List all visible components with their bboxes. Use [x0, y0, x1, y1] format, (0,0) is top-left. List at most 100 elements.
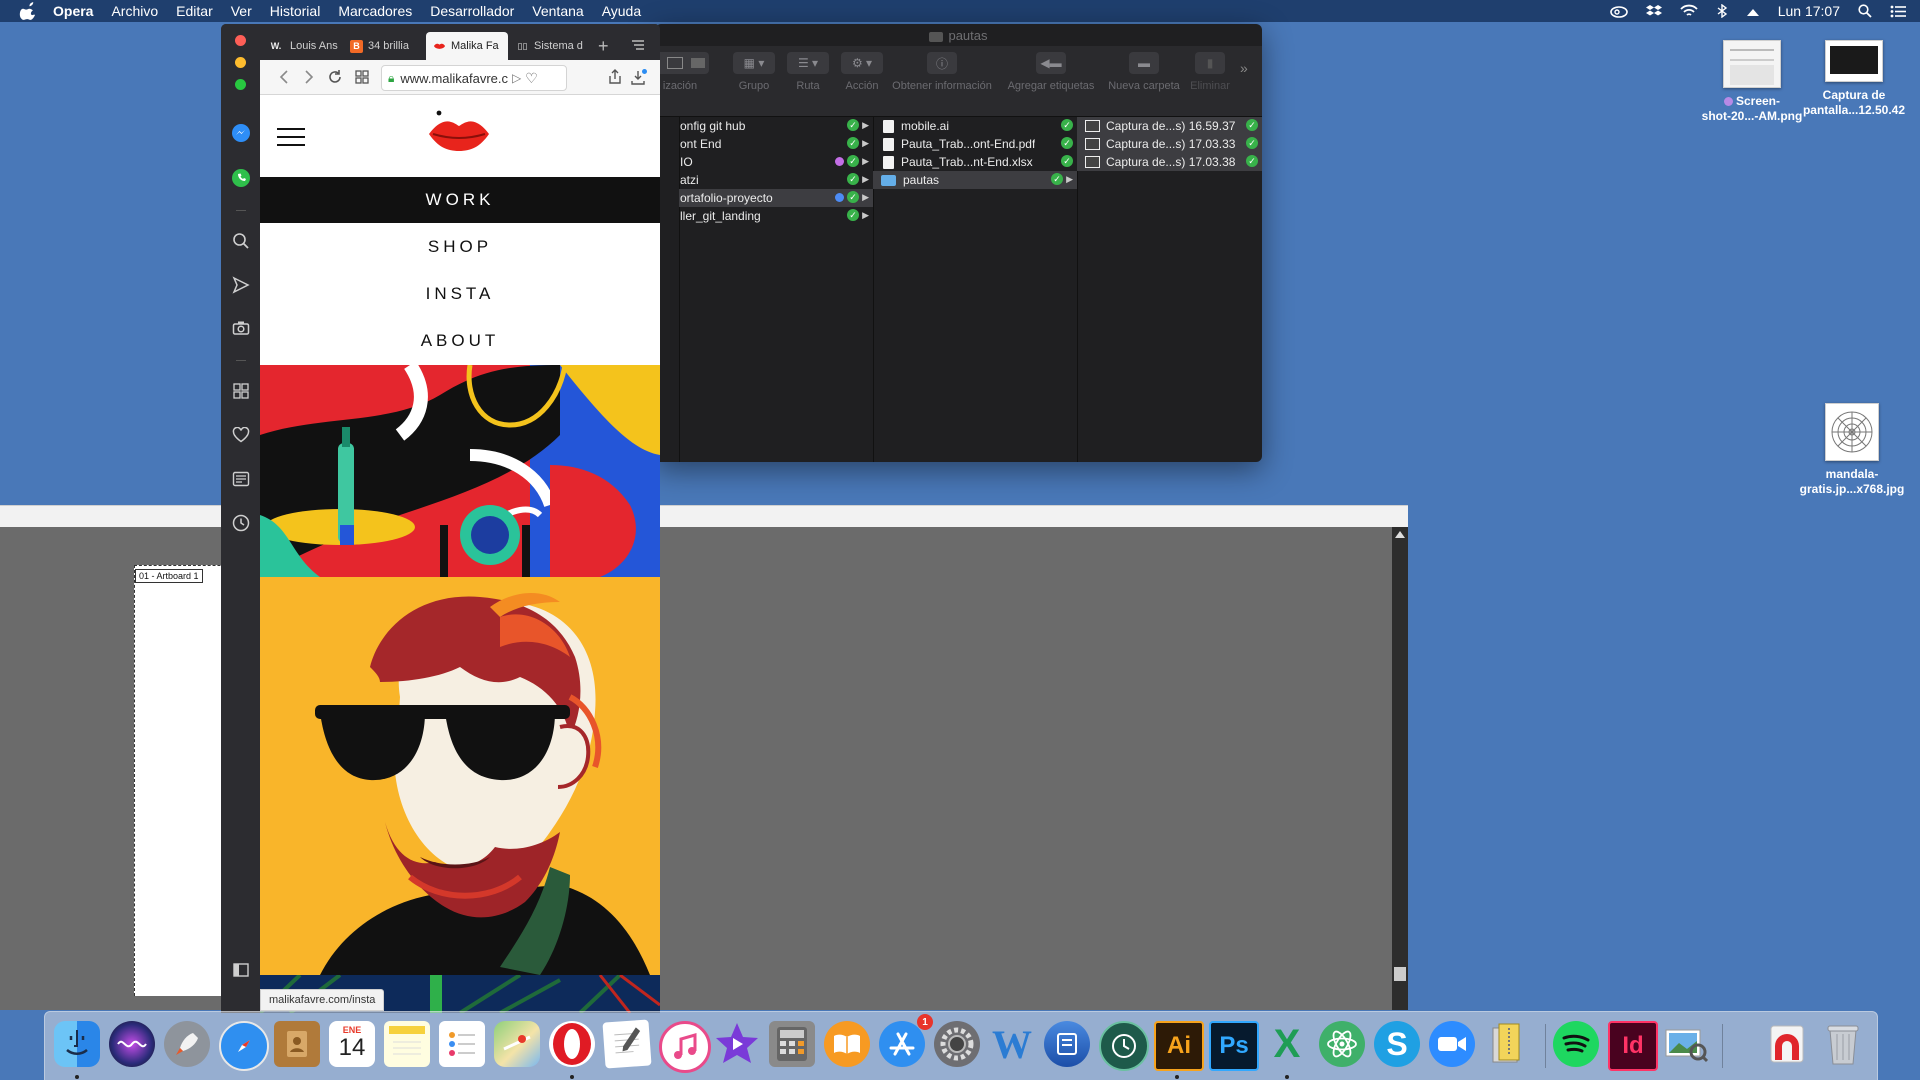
nav-insta[interactable]: INSTA — [260, 271, 660, 317]
desktop-file-mandala[interactable]: mandala- gratis.jp...x768.jpg — [1797, 403, 1907, 497]
photoshop-app-icon[interactable]: Ps — [1209, 1021, 1259, 1071]
archive-utility-app-icon[interactable] — [1484, 1021, 1530, 1067]
downloads-stack-icon[interactable] — [1765, 1021, 1811, 1067]
nav-about[interactable]: ABOUT — [260, 318, 660, 364]
trash-icon[interactable] — [1820, 1021, 1866, 1067]
textedit-app-icon[interactable] — [602, 1019, 652, 1069]
app-store-app-icon[interactable] — [879, 1021, 925, 1067]
view-columns-button[interactable] — [655, 52, 709, 74]
airplay-icon[interactable] — [1746, 5, 1760, 17]
notification-center-icon[interactable] — [1890, 5, 1906, 18]
word-app-icon[interactable]: W — [989, 1021, 1035, 1067]
finder-app-icon[interactable] — [54, 1021, 100, 1067]
system-preferences-app-icon[interactable] — [934, 1021, 980, 1067]
launchpad-app-icon[interactable] — [164, 1021, 210, 1067]
toolbar-tags[interactable]: ◀▬ Agregar etiquetas — [1003, 52, 1099, 92]
back-icon[interactable] — [276, 69, 292, 85]
preview-app-icon[interactable] — [1663, 1021, 1709, 1067]
atom-app-icon[interactable] — [1319, 1021, 1365, 1067]
list-item[interactable]: ont End ✓ ▶ — [679, 135, 873, 153]
zoom-app-icon[interactable] — [1429, 1021, 1475, 1067]
toolbar-path[interactable]: ☰ ▾ Ruta — [785, 52, 831, 92]
time-machine-app-icon[interactable] — [1099, 1021, 1149, 1071]
list-item[interactable]: IO ✓ ▶ — [679, 153, 873, 171]
menu-historial[interactable]: Historial — [270, 3, 321, 19]
send-to-flow-icon[interactable]: ▷ — [512, 71, 521, 85]
action-button[interactable]: ⚙ ▾ — [841, 52, 883, 74]
minimize-window-button[interactable] — [235, 57, 246, 68]
sidebar-toggle-icon[interactable] — [231, 960, 251, 980]
list-item[interactable]: Pauta_Trab...ont-End.pdf ✓ — [873, 135, 1077, 153]
menu-ver[interactable]: Ver — [231, 3, 252, 19]
path-button[interactable]: ☰ ▾ — [787, 52, 829, 74]
downloads-icon[interactable] — [631, 69, 647, 85]
whatsapp-icon[interactable] — [231, 168, 251, 188]
itunes-app-icon[interactable] — [659, 1021, 711, 1073]
bluetooth-icon[interactable] — [1716, 4, 1728, 18]
forward-icon[interactable] — [301, 69, 317, 85]
scroll-thumb[interactable] — [1394, 967, 1406, 981]
close-window-button[interactable] — [235, 35, 246, 46]
menubar-clock[interactable]: Lun 17:07 — [1778, 3, 1840, 19]
tab-louis[interactable]: W. Louis Ans — [260, 32, 342, 60]
list-item-selected[interactable]: pautas ✓ ▶ — [873, 171, 1077, 189]
messenger-icon[interactable] — [231, 123, 251, 143]
bookmark-heart-icon[interactable]: ♡ — [525, 70, 538, 87]
info-button[interactable]: ⓘ — [927, 52, 957, 74]
desktop-file-screenshot[interactable]: Screen- shot-20...-AM.png — [1697, 40, 1807, 124]
menu-archivo[interactable]: Archivo — [111, 3, 158, 19]
creative-cloud-icon[interactable] — [1609, 4, 1628, 18]
calculator-app-icon[interactable] — [769, 1021, 815, 1067]
send-icon[interactable] — [231, 275, 251, 295]
imovie-app-icon[interactable] — [714, 1021, 760, 1067]
tab-brilliant[interactable]: B 34 brillia — [343, 32, 425, 60]
list-item[interactable]: mobile.ai ✓ — [873, 117, 1077, 135]
new-tab-icon[interactable]: + — [598, 36, 609, 57]
vertical-scrollbar[interactable] — [1392, 527, 1408, 1010]
calendar-app-icon[interactable]: ENE 14 — [329, 1021, 375, 1067]
list-item[interactable]: ller_git_landing ✓ ▶ — [679, 207, 873, 225]
menu-ayuda[interactable]: Ayuda — [602, 3, 641, 19]
share-icon[interactable] — [607, 69, 623, 85]
notes-app-icon[interactable] — [384, 1021, 430, 1067]
hamburger-menu-icon[interactable] — [277, 128, 305, 148]
nav-work[interactable]: WORK — [260, 177, 660, 223]
delete-button[interactable]: ▮ — [1195, 52, 1225, 74]
indesign-app-icon[interactable]: Id — [1608, 1021, 1658, 1071]
apple-icon[interactable] — [19, 2, 39, 20]
menu-editar[interactable]: Editar — [176, 3, 213, 19]
camera-icon[interactable] — [231, 318, 251, 338]
artwork-bearded-man[interactable] — [260, 577, 660, 975]
contacts-app-icon[interactable] — [274, 1021, 320, 1067]
siri-app-icon[interactable] — [109, 1021, 155, 1067]
artwork-woman-wine[interactable] — [260, 365, 660, 577]
group-button[interactable]: ▦ ▾ — [733, 52, 775, 74]
tab-menu-icon[interactable] — [631, 38, 645, 56]
toolbar-action[interactable]: ⚙ ▾ Acción — [839, 52, 885, 92]
menu-marcadores[interactable]: Marcadores — [338, 3, 412, 19]
speed-dial-icon[interactable] — [231, 381, 251, 401]
menu-desarrollador[interactable]: Desarrollador — [430, 3, 514, 19]
toolbar-overflow-icon[interactable]: » — [1240, 60, 1248, 76]
spotify-app-icon[interactable] — [1553, 1021, 1599, 1067]
menu-app-name[interactable]: Opera — [53, 3, 93, 19]
toolbar-view[interactable]: ización — [655, 52, 709, 92]
blue-utility-app-icon[interactable] — [1044, 1021, 1090, 1067]
scroll-up-arrow-icon[interactable] — [1395, 531, 1405, 538]
illustrator-titlebar[interactable] — [0, 505, 1408, 528]
ibooks-app-icon[interactable] — [824, 1021, 870, 1067]
list-item[interactable]: Pauta_Trab...nt-End.xlsx ✓ — [873, 153, 1077, 171]
list-item[interactable]: atzi ✓ ▶ — [679, 171, 873, 189]
tags-button[interactable]: ◀▬ — [1036, 52, 1066, 74]
news-icon[interactable] — [231, 469, 251, 489]
reload-icon[interactable] — [327, 69, 343, 85]
reminders-app-icon[interactable] — [439, 1021, 485, 1067]
excel-app-icon[interactable]: X — [1264, 1021, 1310, 1067]
toolbar-info[interactable]: ⓘ Obtener información — [887, 52, 997, 92]
opera-app-icon[interactable] — [549, 1021, 595, 1067]
tab-sistema[interactable]: ▯▯ Sistema d — [509, 32, 591, 60]
skype-app-icon[interactable]: S — [1374, 1021, 1420, 1067]
list-item-selected[interactable]: ortafolio-proyecto ✓ ▶ — [679, 189, 873, 207]
spotlight-search-icon[interactable] — [1858, 4, 1872, 18]
dropbox-icon[interactable] — [1645, 4, 1662, 18]
